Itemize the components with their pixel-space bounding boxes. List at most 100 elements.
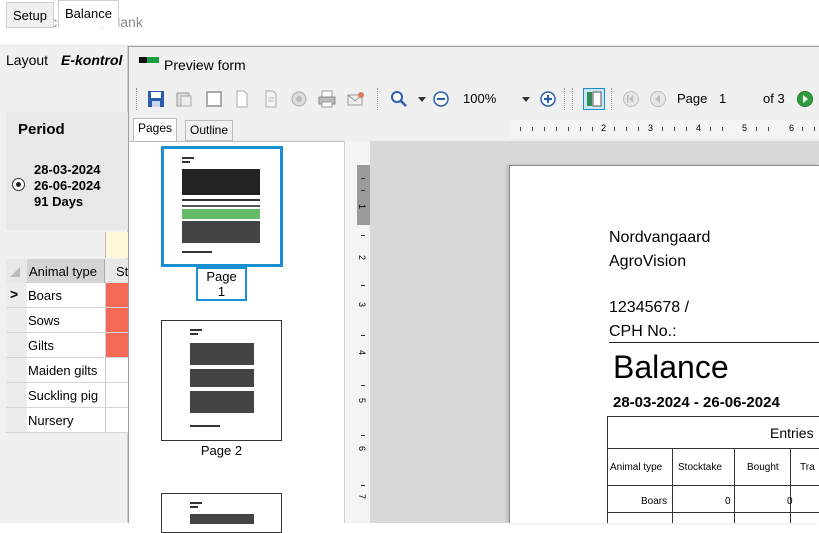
grid-row[interactable]: > Boars	[6, 283, 128, 308]
row-selector	[6, 333, 26, 357]
thumbnails-icon[interactable]	[583, 88, 605, 110]
ruler-number: 5	[357, 398, 367, 404]
page-alt-icon[interactable]	[262, 90, 280, 108]
table-col-header: Bought	[747, 462, 779, 473]
first-page-icon[interactable]	[622, 90, 640, 108]
zoom-value[interactable]: 100%	[463, 91, 496, 106]
send-icon[interactable]	[347, 90, 365, 108]
table-cell: 0	[725, 496, 731, 507]
row-cell	[106, 333, 128, 357]
ruler-tick	[592, 127, 593, 131]
tab-outline[interactable]: Outline	[185, 120, 234, 141]
ruler-number: 2	[357, 255, 367, 261]
row-cell	[106, 383, 128, 407]
table-divider	[607, 448, 819, 449]
table-col-header: Tra	[800, 462, 815, 473]
preview-title: Preview form	[164, 57, 246, 73]
row-cell	[106, 308, 128, 332]
save-icon[interactable]	[147, 90, 165, 108]
layout-label: Layout	[6, 52, 49, 68]
ruler-number: 6	[357, 446, 367, 452]
ruler-tick	[361, 235, 365, 236]
thumb-table	[190, 391, 254, 413]
thumb-line	[182, 161, 190, 163]
column-animal-type[interactable]: Animal type	[27, 259, 105, 283]
ruler-number: 7	[357, 494, 367, 500]
page-setup-icon[interactable]	[205, 90, 223, 108]
document-heading: Balance	[613, 349, 729, 385]
period-days: 91 Days	[34, 194, 84, 209]
ruler-tick	[361, 335, 365, 336]
thumb-label[interactable]: Page 1	[196, 267, 247, 301]
thumb-line	[182, 251, 212, 253]
layout-value[interactable]: E-kontrol	[61, 52, 122, 68]
ruler-tick	[520, 127, 521, 131]
row-name: Sows	[27, 308, 106, 332]
company-name: Nordvangaard	[609, 229, 711, 246]
row-name: Maiden gilts	[27, 358, 106, 382]
thumb-line	[182, 157, 194, 159]
row-name: Suckling pig	[27, 383, 106, 407]
grid-row[interactable]: Suckling pig	[6, 383, 128, 408]
zoom-plus-icon[interactable]	[539, 90, 557, 108]
grid-row[interactable]: Sows	[6, 308, 128, 333]
open-icon[interactable]	[175, 90, 193, 108]
print-icon[interactable]	[318, 90, 336, 108]
ruler-tick	[361, 385, 365, 386]
zoom-dropdown-icon[interactable]	[413, 90, 431, 108]
row-selector	[6, 308, 26, 332]
ruler-number: 3	[648, 123, 654, 133]
zoom-in-icon[interactable]	[390, 90, 408, 108]
thumb-label[interactable]: Page 2	[196, 443, 247, 458]
ruler-tick	[686, 127, 687, 131]
page-icon[interactable]	[233, 90, 251, 108]
ruler-tick	[674, 127, 675, 131]
ruler-tick	[580, 127, 581, 131]
thumb-line	[182, 199, 260, 201]
tab-balance[interactable]: Balance	[58, 0, 119, 28]
ruler-tick	[556, 127, 557, 131]
ruler-number: 4	[357, 350, 367, 356]
thumb-table	[182, 209, 260, 219]
grid-row[interactable]: Gilts	[6, 333, 128, 358]
page-thumbnail[interactable]	[161, 493, 282, 533]
table-col-header: Animal type	[610, 462, 663, 473]
page-label: Page	[677, 91, 708, 106]
period-radio[interactable]	[12, 178, 25, 191]
thumb-line	[190, 425, 220, 427]
ruler-tick	[361, 285, 365, 286]
toolbar-separator	[611, 88, 613, 110]
table-cell: Boars	[641, 496, 668, 507]
ruler-tick	[638, 127, 639, 131]
thumb-table	[182, 169, 260, 195]
vertical-ruler-margin	[357, 165, 371, 225]
next-page-icon[interactable]	[796, 90, 814, 108]
ruler-tick	[361, 178, 365, 179]
preview-logo-icon	[139, 57, 159, 63]
grid-corner	[6, 259, 26, 283]
tab-pages[interactable]: Pages	[133, 118, 178, 141]
ruler-tick	[768, 127, 769, 131]
record-icon[interactable]	[290, 90, 308, 108]
thumb-line	[190, 333, 198, 335]
page-thumbnail[interactable]	[161, 320, 282, 441]
page-count: of 3	[763, 91, 785, 106]
ruler-tick	[361, 485, 365, 486]
zoom-out-icon[interactable]	[432, 90, 450, 108]
ruler-tick	[710, 127, 711, 131]
zoom-dropdown-icon[interactable]	[517, 90, 535, 108]
ruler-tick	[814, 127, 815, 131]
grid-row[interactable]: Nursery	[6, 408, 128, 433]
company-address: Nordvangaard AgroVision	[609, 226, 710, 274]
page-number-input[interactable]	[714, 88, 756, 108]
cph-block: 12345678 / CPH No.:	[609, 296, 689, 344]
grid-row[interactable]: Maiden gilts	[6, 358, 128, 383]
tab-setup[interactable]: Setup	[6, 2, 54, 28]
prev-page-icon[interactable]	[649, 90, 667, 108]
ruler-tick	[361, 435, 365, 436]
column-st[interactable]: St	[106, 259, 128, 283]
ruler-tick	[802, 127, 803, 131]
ruler-tick	[756, 127, 757, 131]
page-thumbnail[interactable]	[161, 146, 283, 267]
row-name: Nursery	[27, 408, 106, 432]
